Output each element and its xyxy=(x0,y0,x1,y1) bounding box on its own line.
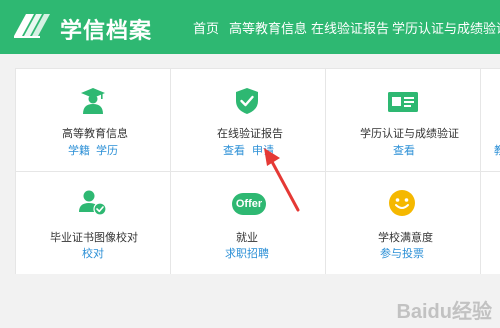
link-vote[interactable]: 参与投票 xyxy=(380,245,424,261)
link-view-verification[interactable]: 查看 xyxy=(393,142,415,158)
nav-degree-verification[interactable]: 学历认证与成绩验证 xyxy=(392,18,500,37)
link-partial[interactable]: 教 xyxy=(494,142,500,158)
link-job-recruitment[interactable]: 求职招聘 xyxy=(225,245,269,261)
card-title-certificate-check: 毕业证书图像校对 xyxy=(50,232,138,244)
site-brand[interactable]: 学信档案 xyxy=(60,13,152,45)
link-degree[interactable]: 学历 xyxy=(96,142,118,158)
graduate-icon xyxy=(81,88,105,114)
card-title-degree-verification: 学历认证与成绩验证 xyxy=(360,128,459,140)
shield-check-icon xyxy=(236,88,258,114)
nav-online-report[interactable]: 在线验证报告 xyxy=(311,18,389,37)
card-title-satisfaction: 学校满意度 xyxy=(378,232,433,244)
nav-home[interactable]: 首页 xyxy=(193,18,219,37)
nav-higher-education[interactable]: 高等教育信息 xyxy=(229,18,307,37)
smiley-icon xyxy=(389,190,415,216)
card-title-employment: 就业 xyxy=(236,232,258,244)
offer-badge-icon: Offer xyxy=(232,193,266,215)
card-title-online-report: 在线验证报告 xyxy=(217,128,283,140)
book-logo-icon xyxy=(14,14,50,38)
user-verified-icon xyxy=(79,190,107,216)
link-proofread[interactable]: 校对 xyxy=(82,245,104,261)
link-view-report[interactable]: 查看 xyxy=(223,142,245,158)
link-student-status[interactable]: 学籍 xyxy=(68,142,90,158)
divider xyxy=(15,171,500,172)
card-title-higher-education: 高等教育信息 xyxy=(62,128,128,140)
watermark: Baidu经验 xyxy=(396,301,492,323)
id-card-icon xyxy=(388,92,418,112)
top-header: 学信档案 首页 高等教育信息 在线验证报告 学历认证与成绩验证 xyxy=(0,0,500,54)
annotation-arrow-icon xyxy=(264,148,300,212)
